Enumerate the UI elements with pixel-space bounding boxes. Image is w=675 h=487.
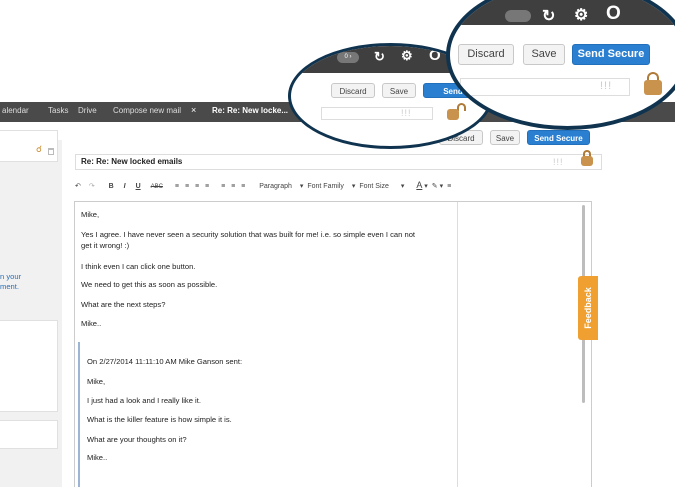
sidebar-snippet: n your xyxy=(0,272,22,281)
field-menu-icon[interactable]: !!! xyxy=(600,80,612,92)
list-item[interactable] xyxy=(0,130,58,162)
sidebar-snippet: ment. xyxy=(0,282,19,291)
quote-line: I just had a look and I really like it. xyxy=(87,396,201,405)
chevron-down-icon[interactable]: ▾ xyxy=(424,183,428,190)
quote-line: What are your thoughts on it? xyxy=(87,435,187,444)
quote-line: Mike, xyxy=(87,377,106,386)
body-line: What are the next steps? xyxy=(81,300,166,309)
discard-button[interactable]: Discard xyxy=(458,44,514,65)
feedback-tab[interactable]: Feedback xyxy=(578,276,598,340)
list-item[interactable] xyxy=(0,420,58,449)
align-right-icon[interactable]: ≡ xyxy=(241,183,245,190)
subject-field[interactable]: Re: Re: New locked emails xyxy=(75,154,602,170)
zoom-callout-large: ↻ ⚙ O Discard Save Send Secure !!! xyxy=(446,0,675,130)
notification-pill[interactable]: 0 › xyxy=(337,52,359,63)
underline-icon[interactable]: U xyxy=(136,183,141,190)
list-item[interactable] xyxy=(0,320,58,412)
trash-icon[interactable] xyxy=(48,148,54,155)
paragraph-select[interactable]: Paragraph xyxy=(259,183,292,190)
numbered-list-icon[interactable]: ≡ xyxy=(185,183,189,190)
body-line: We need to get this as soon as possible. xyxy=(81,280,218,289)
nav-calendar[interactable]: alendar xyxy=(2,106,29,115)
chevron-down-icon[interactable]: ▾ xyxy=(300,183,304,190)
save-button[interactable]: Save xyxy=(382,83,416,98)
refresh-icon[interactable]: ↻ xyxy=(374,49,385,65)
gear-icon[interactable]: ⚙ xyxy=(574,5,588,25)
send-secure-button[interactable]: Send Secure xyxy=(527,130,590,145)
tab-reply[interactable]: Re: Re: New locke... xyxy=(212,106,288,115)
body-line: Mike.. xyxy=(81,319,102,328)
body-line: get it wrong! :) xyxy=(81,241,130,250)
quote-line: What is the killer feature is how simple… xyxy=(87,415,232,424)
search-icon[interactable]: ☌ xyxy=(36,144,42,155)
lock-icon[interactable] xyxy=(644,80,662,95)
bold-icon[interactable]: B xyxy=(109,183,114,190)
logo: O xyxy=(606,3,621,24)
highlight-icon[interactable]: ✎ xyxy=(432,183,438,190)
nav-drive[interactable]: Drive xyxy=(78,106,97,115)
align-left-icon[interactable]: ≡ xyxy=(221,183,225,190)
mail-list-sidebar xyxy=(0,130,62,487)
send-secure-button[interactable]: Send Secure xyxy=(572,44,650,65)
save-button[interactable]: Save xyxy=(523,44,565,65)
font-family-select[interactable]: Font Family xyxy=(307,183,344,190)
callout-header-bar xyxy=(450,0,675,25)
notification-pill[interactable] xyxy=(505,10,531,22)
quote-bar xyxy=(78,342,80,487)
strikethrough-icon[interactable]: ABC xyxy=(151,184,163,190)
editor-toolbar: ↶ ↷ B I U ABC ≡ ≡ ≡ ≡ ≡ ≡ ≡ Paragraph ▾ … xyxy=(75,180,451,190)
text-color-icon[interactable]: A xyxy=(416,180,422,190)
quote-line: Mike.. xyxy=(87,453,108,462)
body-line: Yes I agree. I have never seen a securit… xyxy=(81,230,416,239)
font-size-select[interactable]: Font Size xyxy=(359,183,389,190)
body-line: I think even I can click one button. xyxy=(81,262,196,271)
body-line: Mike, xyxy=(81,210,100,219)
nav-tasks[interactable]: Tasks xyxy=(48,106,68,115)
italic-icon[interactable]: I xyxy=(124,183,126,190)
refresh-icon[interactable]: ↻ xyxy=(542,6,555,26)
chevron-down-icon[interactable]: ▾ xyxy=(401,183,405,190)
editor-divider xyxy=(457,202,458,487)
bullet-list-icon[interactable]: ≡ xyxy=(175,183,179,190)
feedback-label: Feedback xyxy=(583,287,593,329)
clear-format-icon[interactable]: ≡ xyxy=(447,183,451,190)
chevron-down-icon[interactable]: ▾ xyxy=(352,183,356,190)
close-tab-icon[interactable]: × xyxy=(191,105,196,115)
indent-icon[interactable]: ≡ xyxy=(205,183,209,190)
align-center-icon[interactable]: ≡ xyxy=(231,183,235,190)
field-menu-icon[interactable]: !!! xyxy=(401,108,412,118)
logo: O xyxy=(429,47,441,64)
outdent-icon[interactable]: ≡ xyxy=(195,183,199,190)
chevron-down-icon[interactable]: ▾ xyxy=(440,183,444,190)
undo-icon[interactable]: ↶ xyxy=(75,183,81,190)
redo-icon[interactable]: ↷ xyxy=(89,183,95,190)
lock-icon[interactable] xyxy=(581,156,593,166)
nav-compose[interactable]: Compose new mail xyxy=(113,106,181,115)
quote-header: On 2/27/2014 11:11:10 AM Mike Ganson sen… xyxy=(87,357,243,366)
save-button[interactable]: Save xyxy=(490,130,520,145)
field-menu-icon[interactable]: !!! xyxy=(553,157,564,167)
gear-icon[interactable]: ⚙ xyxy=(401,48,413,64)
discard-button[interactable]: Discard xyxy=(331,83,375,98)
subject-field[interactable] xyxy=(321,107,433,120)
